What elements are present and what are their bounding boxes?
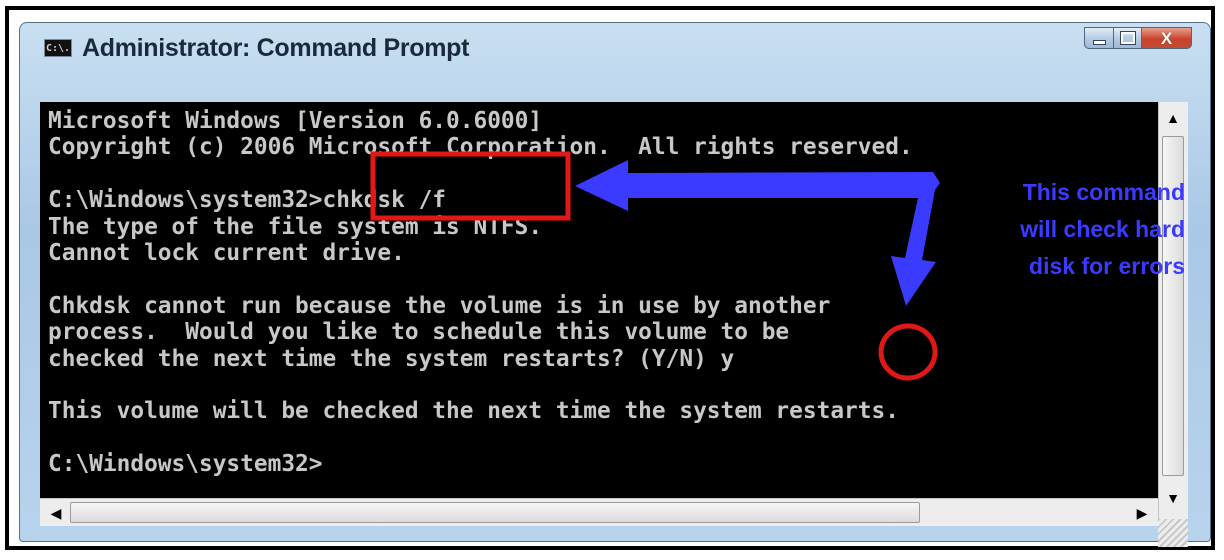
cmd-icon[interactable]: C:\. xyxy=(44,39,72,57)
console-line: Cannot lock current drive. xyxy=(48,239,405,266)
annotation-callout: This command will check hard disk for er… xyxy=(985,174,1185,285)
minimize-icon xyxy=(1092,39,1106,45)
minimize-button[interactable] xyxy=(1084,27,1114,49)
resize-grip-icon[interactable] xyxy=(1158,519,1188,547)
console-line: The type of the file system is NTFS. xyxy=(48,213,543,240)
console-line: Chkdsk cannot run because the volume is … xyxy=(48,292,831,319)
console-line: checked the next time the system restart… xyxy=(48,345,735,372)
console-line: process. Would you like to schedule this… xyxy=(48,319,790,346)
horizontal-scroll-thumb[interactable] xyxy=(70,502,920,523)
maximize-icon xyxy=(1119,31,1136,45)
callout-line: disk for errors xyxy=(1029,253,1185,279)
console-output[interactable]: Microsoft Windows [Version 6.0.6000] Copy… xyxy=(40,102,1158,498)
console-line: Copyright (c) 2006 Microsoft Corporation… xyxy=(48,134,913,161)
close-icon: X xyxy=(1160,28,1173,48)
console-line: This volume will be checked the next tim… xyxy=(48,398,899,425)
console-line: C:\Windows\system32> xyxy=(48,451,323,478)
scroll-up-icon[interactable]: ▲ xyxy=(1159,104,1187,132)
vertical-scrollbar[interactable]: ▲ ▼ xyxy=(1158,102,1188,519)
console-line: Microsoft Windows [Version 6.0.6000] xyxy=(48,108,543,134)
close-button[interactable]: X xyxy=(1142,27,1192,49)
callout-line: This command xyxy=(1022,179,1185,205)
scroll-left-icon[interactable]: ◀ xyxy=(42,499,70,527)
console-line: C:\Windows\system32>chkdsk /f xyxy=(48,187,447,214)
caption-buttons: X xyxy=(1084,27,1192,49)
callout-line: will check hard xyxy=(1020,216,1185,242)
scroll-right-icon[interactable]: ▶ xyxy=(1128,499,1156,527)
title-bar[interactable]: C:\. Administrator: Command Prompt X xyxy=(20,23,1210,69)
horizontal-scrollbar[interactable]: ◀ ▶ xyxy=(40,498,1158,526)
window-title: Administrator: Command Prompt xyxy=(82,34,470,62)
maximize-button[interactable] xyxy=(1114,27,1142,49)
scroll-down-icon[interactable]: ▼ xyxy=(1159,484,1187,512)
console-text: Microsoft Windows [Version 6.0.6000] Copy… xyxy=(48,108,913,477)
